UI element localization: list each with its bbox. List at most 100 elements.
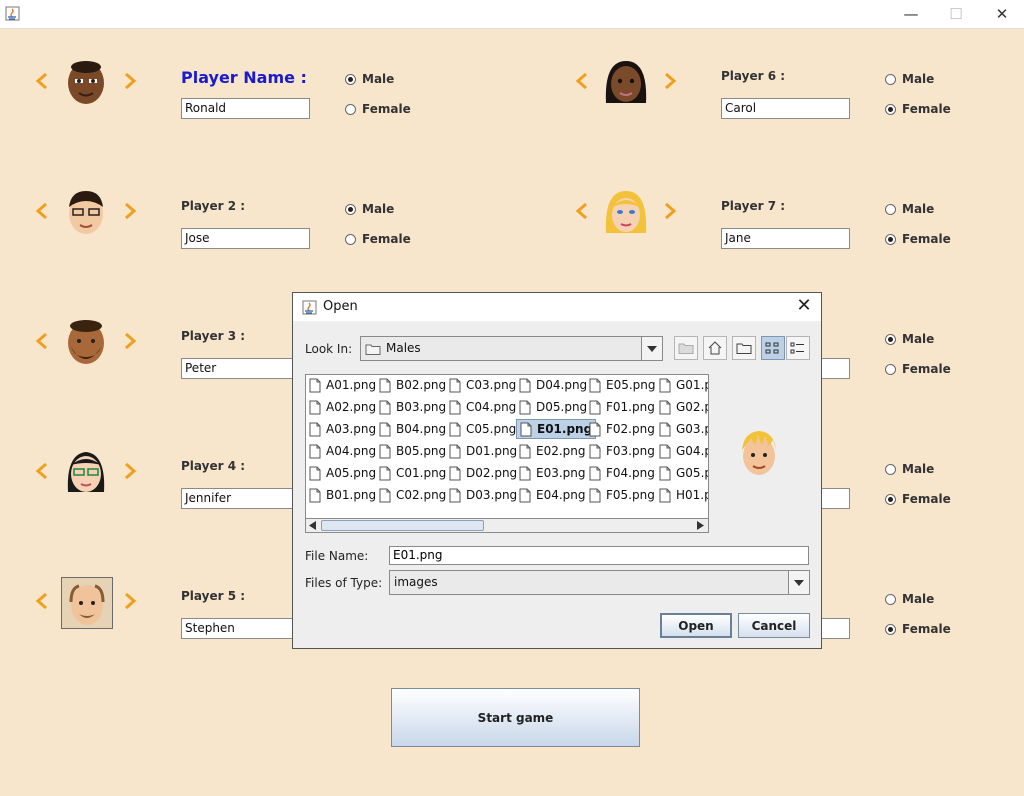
file-list-item[interactable]: E03.png xyxy=(516,463,586,483)
player-6-male-radio[interactable]: Male xyxy=(885,71,934,87)
home-button[interactable] xyxy=(703,336,727,360)
player-2-female-radio[interactable]: Female xyxy=(345,231,411,247)
scroll-left-icon[interactable] xyxy=(309,521,317,530)
player-1-female-radio[interactable]: Female xyxy=(345,101,411,117)
file-icon xyxy=(519,378,531,392)
scroll-right-icon[interactable] xyxy=(697,521,705,530)
player-9-female-radio[interactable]: Female xyxy=(885,491,951,507)
file-list-item[interactable]: A02.png xyxy=(306,397,376,417)
file-list-item[interactable]: B04.png xyxy=(376,419,446,439)
file-icon xyxy=(659,466,671,480)
file-list-item[interactable]: B03.png xyxy=(376,397,446,417)
player-2-male-radio[interactable]: Male xyxy=(345,201,394,217)
file-list-item[interactable]: D01.png xyxy=(446,441,517,461)
chevron-down-icon[interactable] xyxy=(788,571,809,594)
file-name-text: D04.png xyxy=(536,378,588,392)
maximize-button[interactable]: ☐ xyxy=(934,3,978,25)
file-list-item[interactable]: C03.png xyxy=(446,375,516,395)
cancel-button[interactable]: Cancel xyxy=(738,613,810,638)
file-list-item[interactable]: A05.png xyxy=(306,463,376,483)
prev-avatar-arrow-icon[interactable] xyxy=(35,461,49,481)
player-10-female-radio[interactable]: Female xyxy=(885,621,951,637)
open-button[interactable]: Open xyxy=(660,613,732,638)
next-avatar-arrow-icon[interactable] xyxy=(123,201,137,221)
player-8-female-radio[interactable]: Female xyxy=(885,361,951,377)
file-list-item[interactable]: F04.png xyxy=(586,463,655,483)
file-list-item[interactable]: E01.png xyxy=(516,419,597,439)
next-avatar-arrow-icon[interactable] xyxy=(123,331,137,351)
horizontal-scrollbar[interactable] xyxy=(305,518,709,533)
chevron-down-icon[interactable] xyxy=(641,337,662,360)
file-list-item[interactable]: A01.png xyxy=(306,375,376,395)
player-5-label: Player 5 : xyxy=(181,589,246,603)
file-list-item[interactable]: H01.p xyxy=(656,485,708,505)
prev-avatar-arrow-icon[interactable] xyxy=(35,201,49,221)
file-icon xyxy=(659,488,671,502)
player-1-name-field[interactable]: Ronald xyxy=(181,98,310,119)
files-of-type-combo[interactable]: images xyxy=(389,570,810,595)
next-avatar-arrow-icon[interactable] xyxy=(663,71,677,91)
file-list-item[interactable]: G03.p xyxy=(656,419,708,439)
file-list-item[interactable]: G05.p xyxy=(656,463,708,483)
player-8-male-radio[interactable]: Male xyxy=(885,331,934,347)
prev-avatar-arrow-icon[interactable] xyxy=(35,331,49,351)
prev-avatar-arrow-icon[interactable] xyxy=(35,591,49,611)
player-7-female-radio[interactable]: Female xyxy=(885,231,951,247)
file-list-item[interactable]: F03.png xyxy=(586,441,655,461)
close-window-button[interactable]: ✕ xyxy=(980,3,1024,25)
scrollbar-thumb[interactable] xyxy=(321,520,484,531)
file-list-item[interactable]: D04.png xyxy=(516,375,587,395)
file-list-item[interactable]: A04.png xyxy=(306,441,376,461)
file-list-item[interactable]: A03.png xyxy=(306,419,376,439)
file-list-item[interactable]: B05.png xyxy=(376,441,446,461)
player-5-name-field[interactable]: Stephen xyxy=(181,618,310,639)
next-avatar-arrow-icon[interactable] xyxy=(123,71,137,91)
player-7-male-radio[interactable]: Male xyxy=(885,201,934,217)
file-list-item[interactable]: G04.p xyxy=(656,441,708,461)
file-name-input[interactable]: E01.png xyxy=(389,546,809,565)
file-list-item[interactable]: F01.png xyxy=(586,397,655,417)
player-10-male-radio[interactable]: Male xyxy=(885,591,934,607)
file-list-item[interactable]: D02.png xyxy=(446,463,517,483)
file-list-item[interactable]: C01.png xyxy=(376,463,446,483)
file-name-text: B01.png xyxy=(326,488,377,502)
player-2-name-field[interactable]: Jose xyxy=(181,228,310,249)
player-9-male-radio[interactable]: Male xyxy=(885,461,934,477)
file-list-item[interactable]: B02.png xyxy=(376,375,446,395)
start-game-button[interactable]: Start game xyxy=(391,688,640,747)
next-avatar-arrow-icon[interactable] xyxy=(123,591,137,611)
list-view-button[interactable] xyxy=(761,336,785,360)
next-avatar-arrow-icon[interactable] xyxy=(123,461,137,481)
new-folder-button[interactable] xyxy=(732,336,756,360)
prev-avatar-arrow-icon[interactable] xyxy=(575,71,589,91)
file-list-item[interactable]: G01.p xyxy=(656,375,708,395)
file-list-item[interactable]: F05.png xyxy=(586,485,655,505)
player-4-name-field[interactable]: Jennifer xyxy=(181,488,310,509)
file-list-item[interactable]: F02.png xyxy=(586,419,655,439)
dialog-close-icon[interactable]: ✕ xyxy=(795,297,813,315)
file-list-item[interactable]: C02.png xyxy=(376,485,446,505)
file-list-item[interactable]: D05.png xyxy=(516,397,587,417)
file-list-item[interactable]: E05.png xyxy=(586,375,656,395)
player-6-name-field[interactable]: Carol xyxy=(721,98,850,119)
file-list-item[interactable]: D03.png xyxy=(446,485,517,505)
prev-avatar-arrow-icon[interactable] xyxy=(35,71,49,91)
radio-label: Male xyxy=(902,332,935,346)
file-list-item[interactable]: B01.png xyxy=(306,485,376,505)
file-list-item[interactable]: E04.png xyxy=(516,485,586,505)
player-3-name-field[interactable]: Peter xyxy=(181,358,310,379)
file-list-item[interactable]: E02.png xyxy=(516,441,586,461)
player-6-female-radio[interactable]: Female xyxy=(885,101,951,117)
details-view-button[interactable] xyxy=(786,336,810,360)
look-in-combo[interactable]: Males xyxy=(360,336,663,361)
minimize-button[interactable]: — xyxy=(889,3,933,25)
file-list-item[interactable]: G02.p xyxy=(656,397,708,417)
file-list-item[interactable]: C04.png xyxy=(446,397,516,417)
up-one-level-button[interactable] xyxy=(674,336,698,360)
player-1-male-radio[interactable]: Male xyxy=(345,71,394,87)
next-avatar-arrow-icon[interactable] xyxy=(663,201,677,221)
prev-avatar-arrow-icon[interactable] xyxy=(575,201,589,221)
radio-label: Male xyxy=(362,202,395,216)
player-7-name-field[interactable]: Jane xyxy=(721,228,850,249)
file-list-item[interactable]: C05.png xyxy=(446,419,516,439)
